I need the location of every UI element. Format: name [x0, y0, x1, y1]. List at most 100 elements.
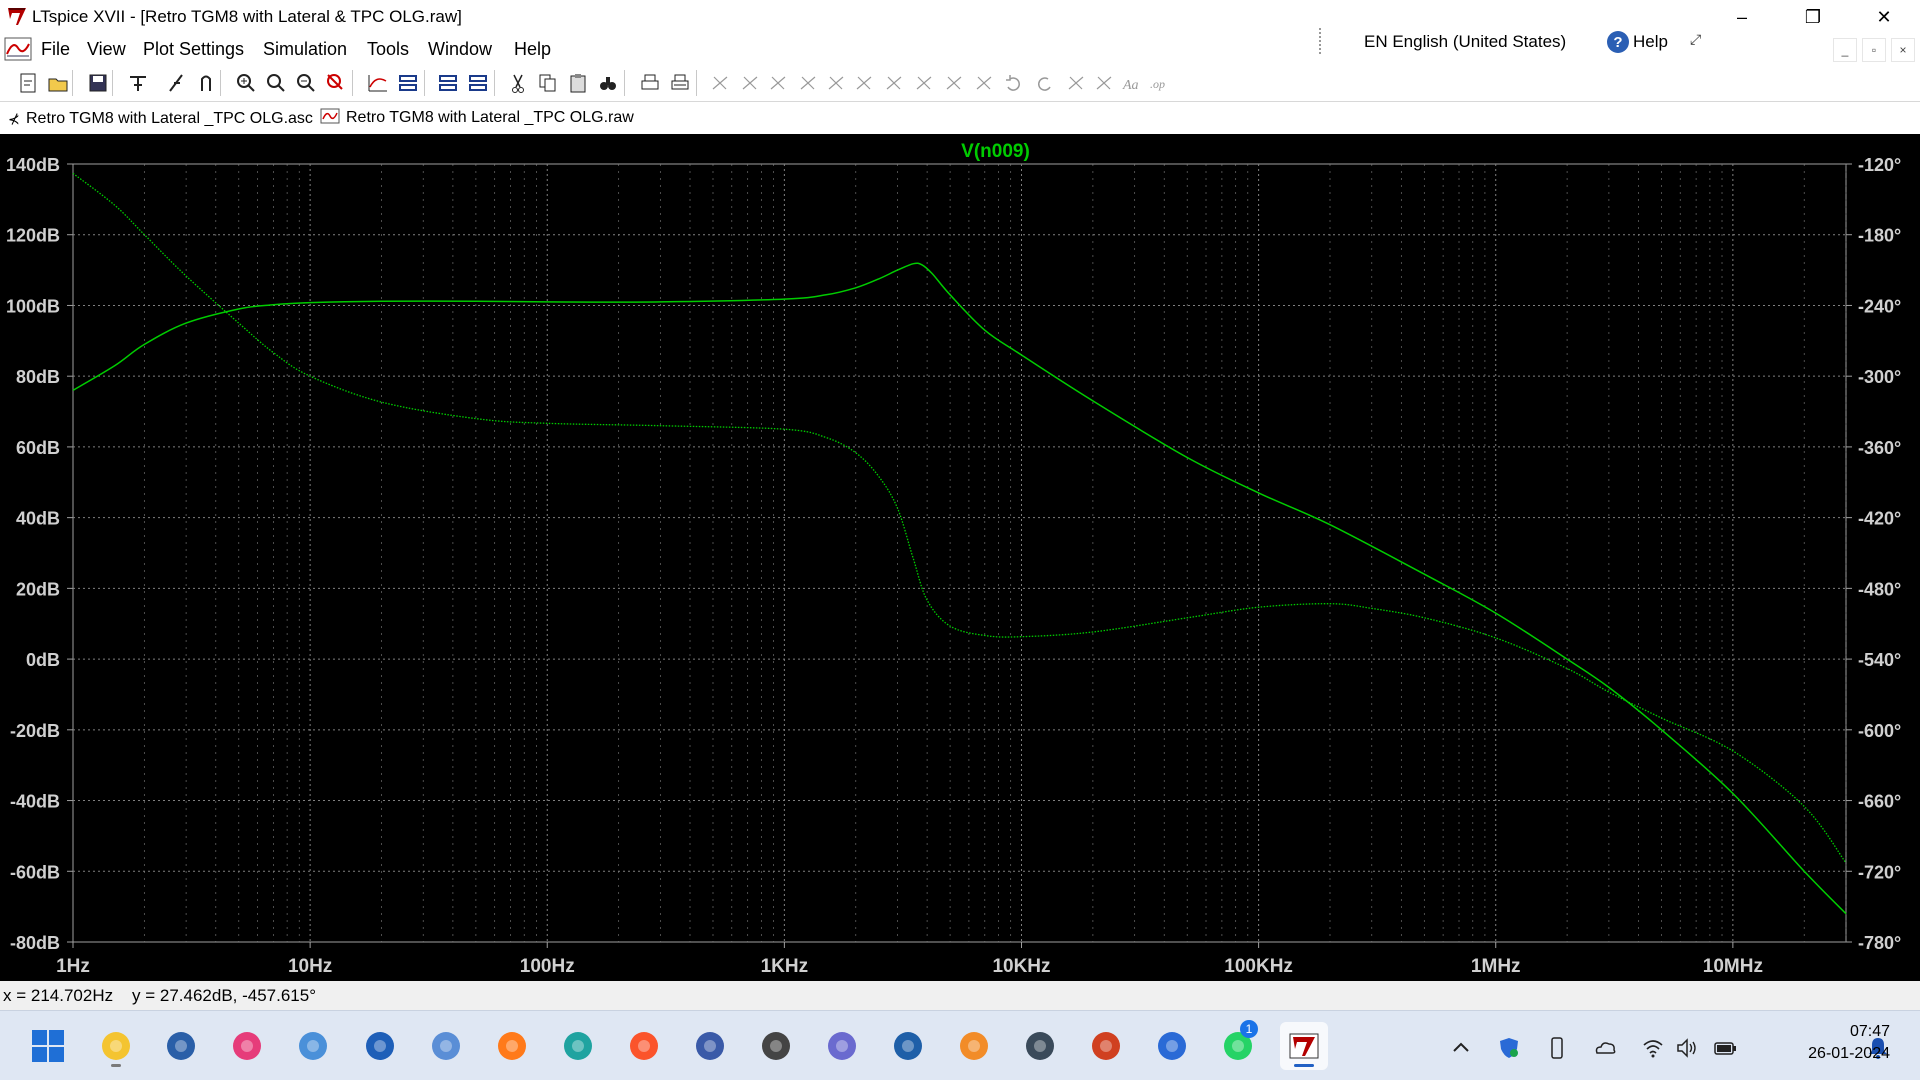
pan-button[interactable]: [262, 70, 290, 96]
print-preview-button[interactable]: [666, 70, 694, 96]
maximize-button[interactable]: ❐: [1784, 0, 1842, 34]
taskbar-file-explorer[interactable]: [92, 1022, 140, 1070]
text-button[interactable]: Aa: [1118, 70, 1146, 96]
taskbar-bing[interactable]: [884, 1022, 932, 1070]
run-button[interactable]: [162, 70, 190, 96]
autorange-button[interactable]: [364, 70, 392, 96]
menu-view[interactable]: View: [87, 39, 126, 60]
print-button[interactable]: [636, 70, 664, 96]
language-help-label[interactable]: Help: [1633, 32, 1668, 52]
y-right-tick-label: -540°: [1858, 650, 1901, 670]
taskbar-thunderbird[interactable]: [1148, 1022, 1196, 1070]
paste-button[interactable]: [564, 70, 592, 96]
taskbar-edge[interactable]: [554, 1022, 602, 1070]
taskbar-alien-app[interactable]: [752, 1022, 800, 1070]
redo-button[interactable]: [1030, 70, 1058, 96]
tile-vertical-button[interactable]: [434, 70, 462, 96]
copy-button[interactable]: [534, 70, 562, 96]
find-button[interactable]: [594, 70, 622, 96]
taskbar-wireshark[interactable]: [686, 1022, 734, 1070]
clock-time[interactable]: 07:47: [1820, 1023, 1890, 1041]
resistor-button[interactable]: [794, 70, 822, 96]
menu-simulation[interactable]: Simulation: [263, 39, 347, 60]
tray-onedrive-icon[interactable]: [1592, 1035, 1618, 1061]
taskbar-windows-start[interactable]: [24, 1022, 72, 1070]
taskbar-brave[interactable]: [620, 1022, 668, 1070]
capacitor-button[interactable]: [822, 70, 850, 96]
plot-frame: [72, 163, 1847, 943]
taskbar-ltspice[interactable]: [1280, 1022, 1328, 1070]
tray-usb-drive-icon[interactable]: [1544, 1035, 1570, 1061]
rotate-button[interactable]: [1062, 70, 1090, 96]
tab-waveform[interactable]: Retro TGM8 with Lateral _TPC OLG.raw: [320, 105, 634, 133]
bode-plot-svg[interactable]: 140dB 120dB 100dB 80dB 60dB 40dB 20dB 0dB -20dB -…: [0, 134, 1920, 981]
mirror-button[interactable]: [1090, 70, 1118, 96]
settings-icon: [828, 1032, 856, 1060]
drag-button[interactable]: [970, 70, 998, 96]
language-bar-restore-icon[interactable]: ⤢: [1690, 31, 1701, 48]
menu-window[interactable]: Window: [428, 39, 492, 60]
taskbar-sublime[interactable]: [950, 1022, 998, 1070]
y-left-tick-label: -20dB: [10, 721, 60, 741]
language-bar-grip[interactable]: [1319, 28, 1321, 54]
tray-volume-icon[interactable]: [1674, 1035, 1700, 1061]
trace-label[interactable]: V(n009): [961, 141, 1030, 162]
open-button[interactable]: [44, 70, 72, 96]
diode-button[interactable]: [880, 70, 908, 96]
component-button[interactable]: [910, 70, 938, 96]
svg-text:.op: .op: [1150, 77, 1165, 91]
spice-directive-button[interactable]: .op: [1146, 70, 1174, 96]
taskbar-mail[interactable]: [356, 1022, 404, 1070]
taskbar-notepad[interactable]: [289, 1022, 337, 1070]
x-tick-label: 1KHz: [761, 956, 809, 977]
taskbar-firefox[interactable]: [488, 1022, 536, 1070]
mdi-close-button[interactable]: ×: [1891, 38, 1915, 62]
pan-icon: [267, 74, 285, 92]
tab-label: Retro TGM8 with Lateral _TPC OLG.raw: [346, 109, 634, 126]
close-button[interactable]: ✕: [1855, 0, 1913, 34]
halt-button[interactable]: [192, 70, 220, 96]
toolbar-separator: [424, 70, 425, 96]
mdi-minimize-button[interactable]: _: [1833, 38, 1857, 62]
menu-help[interactable]: Help: [514, 39, 551, 60]
tab-schematic[interactable]: ⊀ Retro TGM8 with Lateral _TPC OLG.asc: [8, 105, 313, 133]
phase-trace[interactable]: [72, 172, 1847, 864]
waveform-plot[interactable]: 140dB 120dB 100dB 80dB 60dB 40dB 20dB 0dB -20dB -…: [0, 134, 1920, 981]
undo-button[interactable]: [1000, 70, 1028, 96]
tray-wifi-icon[interactable]: [1640, 1035, 1666, 1061]
inductor-button[interactable]: [850, 70, 878, 96]
minimize-button[interactable]: –: [1713, 0, 1771, 34]
taskbar-photos[interactable]: [422, 1022, 470, 1070]
ltspice-app-icon[interactable]: [6, 5, 28, 27]
zoom-out-button[interactable]: [292, 70, 320, 96]
cut-button[interactable]: [504, 70, 532, 96]
menu-file[interactable]: File: [41, 39, 70, 60]
menu-tools[interactable]: Tools: [367, 39, 409, 60]
tray-defender-icon[interactable]: [1496, 1035, 1522, 1061]
photos-icon: [432, 1032, 460, 1060]
zoom-in-button[interactable]: [232, 70, 260, 96]
move-button[interactable]: [940, 70, 968, 96]
tray-battery-icon[interactable]: [1712, 1035, 1738, 1061]
tile-horizontal-button[interactable]: [394, 70, 422, 96]
save-button[interactable]: [84, 70, 112, 96]
ground-button[interactable]: [736, 70, 764, 96]
draw-wire-button[interactable]: [706, 70, 734, 96]
taskbar-steam[interactable]: [1016, 1022, 1064, 1070]
new-schematic-button[interactable]: [14, 70, 42, 96]
taskbar-winamp[interactable]: [1082, 1022, 1130, 1070]
taskbar-microsoft-store[interactable]: [157, 1022, 205, 1070]
taskbar-itunes[interactable]: [223, 1022, 271, 1070]
cascade-button[interactable]: [464, 70, 492, 96]
language-indicator[interactable]: EN English (United States): [1364, 32, 1566, 52]
menu-plot-settings[interactable]: Plot Settings: [143, 39, 244, 60]
clock-date[interactable]: 26-01-2024: [1760, 1045, 1890, 1063]
help-icon[interactable]: ?: [1607, 31, 1629, 53]
label-net-button[interactable]: [764, 70, 792, 96]
control-panel-button[interactable]: [124, 70, 152, 96]
mdi-restore-button[interactable]: ▫: [1862, 38, 1886, 62]
plot-window-icon[interactable]: [4, 36, 32, 62]
zoom-full-button[interactable]: [322, 70, 350, 96]
tray-chevron-up-icon[interactable]: [1448, 1035, 1474, 1061]
taskbar-settings[interactable]: [818, 1022, 866, 1070]
